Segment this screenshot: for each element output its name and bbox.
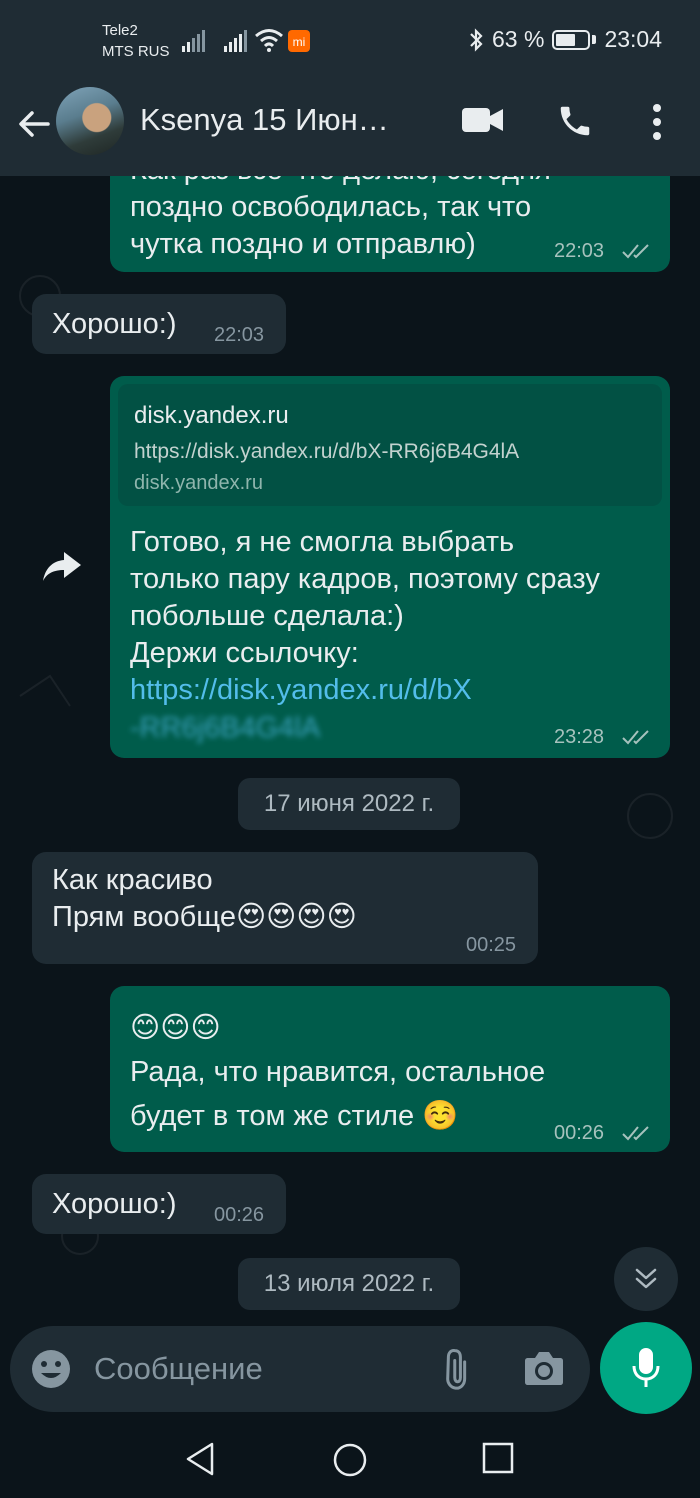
message-input[interactable] <box>94 1344 414 1394</box>
link-preview-title: disk.yandex.ru <box>134 402 289 429</box>
carrier-labels: Tele2 MTS RUS <box>102 20 170 62</box>
signal-icon <box>182 30 205 52</box>
read-ticks-icon <box>622 730 649 745</box>
forward-icon[interactable] <box>42 550 82 582</box>
message-link[interactable]: https://disk.yandex.ru/d/bX <box>130 672 472 709</box>
back-arrow-icon[interactable] <box>14 104 54 144</box>
nav-recents-icon[interactable] <box>482 1442 514 1474</box>
message-time: 22:03 <box>214 324 265 346</box>
message-bubble-outgoing-link[interactable]: disk.yandex.ru https://disk.yandex.ru/d/… <box>110 376 670 758</box>
link-preview[interactable]: disk.yandex.ru https://disk.yandex.ru/d/… <box>118 384 662 506</box>
svg-text:mi: mi <box>293 35 306 49</box>
message-bubble-incoming[interactable]: Хорошо:) 22:03 <box>32 294 286 354</box>
status-right: 63 % 23:04 <box>468 26 662 53</box>
more-options-icon[interactable] <box>646 102 668 142</box>
scroll-to-bottom-button[interactable] <box>614 1247 678 1311</box>
link-preview-domain: disk.yandex.ru <box>134 472 263 494</box>
bluetooth-icon <box>470 27 483 52</box>
signal-icon-2 <box>224 30 247 52</box>
paperclip-icon[interactable] <box>438 1348 480 1390</box>
carrier-2: MTS RUS <box>102 43 170 60</box>
battery-fill <box>556 33 575 46</box>
message-text: Готово, я не смогла выбрать только пару … <box>130 526 600 669</box>
contact-avatar[interactable] <box>56 87 124 155</box>
date-chip: 13 июля 2022 г. <box>238 1258 460 1310</box>
wifi-icon <box>255 29 283 52</box>
voice-message-button[interactable] <box>600 1322 692 1414</box>
message-bubble-incoming[interactable]: Как красиво Прям вообще😍😍😍😍 00:25 <box>32 852 538 964</box>
message-bubble-outgoing[interactable]: Как раз все что делаю, сегодня поздно ос… <box>110 176 670 272</box>
nav-home-icon[interactable] <box>332 1442 368 1478</box>
chat-header: Ksenya 15 Июн… <box>0 82 700 176</box>
message-text: 😊😊😊 Рада, что нравится, остальное будет … <box>130 1012 546 1132</box>
message-time: 23:28 <box>554 726 605 748</box>
link-preview-url: https://disk.yandex.ru/d/bX-RR6j6B4G4lA <box>134 440 520 463</box>
microphone-icon <box>632 1348 660 1387</box>
message-time: 22:03 <box>554 240 605 262</box>
contact-name[interactable]: Ksenya 15 Июн… <box>140 102 389 138</box>
message-time: 00:26 <box>554 1122 605 1144</box>
carrier-1: Tele2 <box>102 22 138 39</box>
battery-icon <box>552 29 591 50</box>
camera-icon[interactable] <box>524 1350 564 1386</box>
message-bubble-incoming[interactable]: Хорошо:) 00:26 <box>32 1174 286 1234</box>
system-navigation-bar <box>0 1418 700 1498</box>
nav-back-icon[interactable] <box>184 1442 216 1476</box>
read-ticks-icon <box>622 1126 649 1141</box>
message-time: 00:26 <box>214 1204 265 1226</box>
mi-app-icon: mi <box>288 30 310 52</box>
message-time: 00:25 <box>466 934 517 956</box>
emoji-icon[interactable] <box>30 1348 72 1390</box>
message-bubble-outgoing[interactable]: 😊😊😊 Рада, что нравится, остальное будет … <box>110 986 670 1152</box>
video-call-icon[interactable] <box>462 106 504 134</box>
double-chevron-down-icon <box>635 1268 657 1289</box>
message-composer <box>10 1326 590 1412</box>
battery-percent: 63 % <box>492 26 545 52</box>
message-link-continuation[interactable]: -RR6j6B4G4lA <box>130 710 320 747</box>
message-text: Хорошо:) <box>52 308 177 340</box>
chat-area[interactable]: Как раз все что делаю, сегодня поздно ос… <box>0 176 700 1324</box>
clock: 23:04 <box>604 26 662 52</box>
battery-tip <box>592 35 597 44</box>
date-chip: 17 июня 2022 г. <box>238 778 460 830</box>
message-text: Как раз все что делаю, сегодня поздно ос… <box>130 176 551 260</box>
message-text: Как красиво Прям вообще😍😍😍😍 <box>52 864 357 933</box>
message-text: Хорошо:) <box>52 1188 177 1220</box>
status-bar: Tele2 MTS RUS mi 63 % 23:04 <box>0 0 700 82</box>
read-ticks-icon <box>622 244 649 259</box>
voice-call-icon[interactable] <box>556 102 594 140</box>
